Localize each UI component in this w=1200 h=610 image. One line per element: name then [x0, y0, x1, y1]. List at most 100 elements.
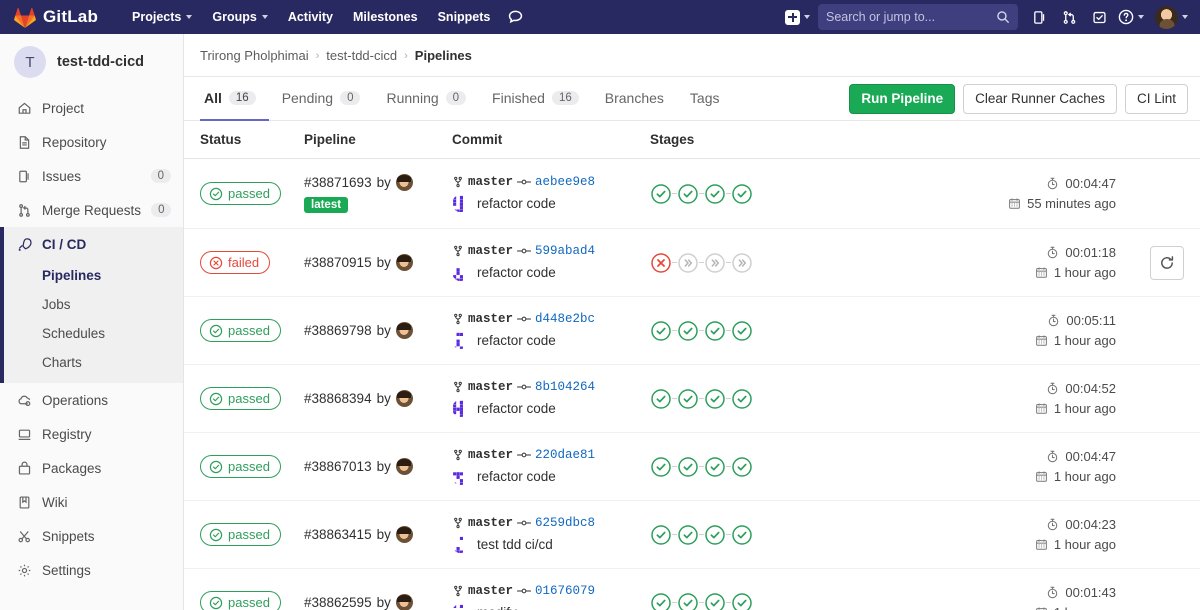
nav-projects[interactable]: Projects	[122, 4, 202, 30]
pipeline-id-link[interactable]: #38870915	[304, 255, 372, 270]
tab-all[interactable]: All 16	[200, 78, 269, 121]
pipeline-id-link[interactable]: #38862595	[304, 595, 372, 610]
stage-passed-icon[interactable]	[704, 524, 726, 546]
pipeline-author-avatar[interactable]	[395, 174, 413, 191]
todos-icon[interactable]	[1084, 4, 1114, 30]
status-badge[interactable]: passed	[200, 455, 281, 478]
stage-passed-icon[interactable]	[650, 388, 672, 410]
stage-passed-icon[interactable]	[650, 320, 672, 342]
commit-branch-name[interactable]: master	[468, 448, 513, 462]
run-pipeline-button[interactable]: Run Pipeline	[849, 83, 956, 114]
stage-passed-icon[interactable]	[650, 456, 672, 478]
sidebar-item-issues[interactable]: Issues 0	[0, 159, 183, 193]
sidebar-item-repository[interactable]: Repository	[0, 125, 183, 159]
sidebar-item-operations[interactable]: Operations	[0, 383, 183, 417]
stage-passed-icon[interactable]	[731, 183, 753, 205]
table-row[interactable]: failed #38870915 by master 599abad4 refactor …	[184, 229, 1200, 297]
status-badge[interactable]: passed	[200, 319, 281, 342]
ci-lint-button[interactable]: CI Lint	[1124, 83, 1188, 114]
sidebar-item-registry[interactable]: Registry	[0, 417, 183, 451]
tab-branches[interactable]: Branches	[592, 78, 677, 121]
table-row[interactable]: passed #38862595 by master 01676079 modify 00:…	[184, 569, 1200, 610]
user-menu[interactable]	[1148, 5, 1192, 29]
nav-milestones[interactable]: Milestones	[343, 4, 428, 30]
sidebar-item-project[interactable]: Project	[0, 91, 183, 125]
pipeline-id-link[interactable]: #38868394	[304, 391, 372, 406]
pipeline-author-avatar[interactable]	[395, 594, 413, 610]
stage-passed-icon[interactable]	[677, 592, 699, 610]
stage-skipped-icon[interactable]	[704, 252, 726, 274]
sidebar-item-charts[interactable]: Charts	[0, 348, 183, 377]
commit-sha-link[interactable]: d448e2bc	[535, 312, 595, 326]
tab-pending[interactable]: Pending 0	[269, 78, 374, 121]
commit-sha-link[interactable]: 220dae81	[535, 448, 595, 462]
issues-icon[interactable]	[1024, 4, 1054, 30]
commit-branch-name[interactable]: master	[468, 175, 513, 189]
commit-title[interactable]: test tdd ci/cd	[477, 537, 553, 552]
sidebar-item-cicd[interactable]: CI / CD	[0, 227, 183, 261]
status-badge[interactable]: passed	[200, 523, 281, 546]
breadcrumb-owner[interactable]: Trirong Pholphimai	[200, 48, 309, 63]
stage-skipped-icon[interactable]	[677, 252, 699, 274]
sidebar-item-settings[interactable]: Settings	[0, 553, 183, 587]
commit-branch-name[interactable]: master	[468, 380, 513, 394]
pipeline-author-avatar[interactable]	[395, 390, 413, 407]
sidebar-item-merge-requests[interactable]: Merge Requests 0	[0, 193, 183, 227]
commit-title[interactable]: modify	[477, 605, 517, 610]
merge-requests-icon[interactable]	[1054, 4, 1084, 30]
gitlab-logo[interactable]: GitLab	[14, 7, 98, 28]
table-row[interactable]: passed #38863415 by master 6259dbc8 test tdd …	[184, 501, 1200, 569]
pipeline-author-avatar[interactable]	[395, 526, 413, 543]
commit-title[interactable]: refactor code	[477, 469, 556, 484]
sidebar-item-snippets[interactable]: Snippets	[0, 519, 183, 553]
tab-tags[interactable]: Tags	[677, 78, 733, 121]
stage-passed-icon[interactable]	[731, 592, 753, 610]
stage-passed-icon[interactable]	[704, 388, 726, 410]
table-row[interactable]: passed #38871693 by latest master aebee9e8 ref…	[184, 159, 1200, 229]
commit-sha-link[interactable]: 599abad4	[535, 244, 595, 258]
sidebar-item-wiki[interactable]: Wiki	[0, 485, 183, 519]
pipeline-author-avatar[interactable]	[395, 458, 413, 475]
nav-activity[interactable]: Activity	[278, 4, 343, 30]
stage-passed-icon[interactable]	[650, 592, 672, 610]
stage-failed-icon[interactable]	[650, 252, 672, 274]
sidebar-project-header[interactable]: T test-tdd-cicd	[0, 34, 183, 91]
nav-groups[interactable]: Groups	[202, 4, 277, 30]
stage-passed-icon[interactable]	[677, 456, 699, 478]
stage-passed-icon[interactable]	[677, 388, 699, 410]
tab-running[interactable]: Running 0	[373, 78, 479, 121]
stage-skipped-icon[interactable]	[731, 252, 753, 274]
commit-branch-name[interactable]: master	[468, 584, 513, 598]
stage-passed-icon[interactable]	[704, 320, 726, 342]
stage-passed-icon[interactable]	[704, 592, 726, 610]
status-badge[interactable]: passed	[200, 591, 281, 610]
commit-title[interactable]: refactor code	[477, 196, 556, 211]
nav-snippets[interactable]: Snippets	[428, 4, 501, 30]
stage-passed-icon[interactable]	[731, 524, 753, 546]
table-row[interactable]: passed #38867013 by master 220dae81 refactor …	[184, 433, 1200, 501]
commit-sha-link[interactable]: aebee9e8	[535, 175, 595, 189]
speech-bubble-icon[interactable]	[500, 4, 530, 30]
status-badge[interactable]: failed	[200, 251, 271, 274]
stage-passed-icon[interactable]	[650, 524, 672, 546]
search-input[interactable]	[826, 10, 996, 24]
retry-pipeline-button[interactable]	[1150, 245, 1184, 280]
commit-branch-name[interactable]: master	[468, 516, 513, 530]
commit-title[interactable]: refactor code	[477, 401, 556, 416]
stage-passed-icon[interactable]	[677, 320, 699, 342]
stage-passed-icon[interactable]	[704, 456, 726, 478]
stage-passed-icon[interactable]	[677, 183, 699, 205]
stage-passed-icon[interactable]	[731, 388, 753, 410]
commit-title[interactable]: refactor code	[477, 265, 556, 280]
pipeline-id-link[interactable]: #38869798	[304, 323, 372, 338]
stage-passed-icon[interactable]	[731, 320, 753, 342]
help-menu[interactable]	[1114, 9, 1148, 25]
commit-sha-link[interactable]: 01676079	[535, 584, 595, 598]
search-box[interactable]	[818, 4, 1018, 30]
commit-branch-name[interactable]: master	[468, 244, 513, 258]
sidebar-item-packages[interactable]: Packages	[0, 451, 183, 485]
stage-passed-icon[interactable]	[731, 456, 753, 478]
pipeline-id-link[interactable]: #38867013	[304, 459, 372, 474]
commit-branch-name[interactable]: master	[468, 312, 513, 326]
new-item-button[interactable]	[781, 4, 816, 30]
